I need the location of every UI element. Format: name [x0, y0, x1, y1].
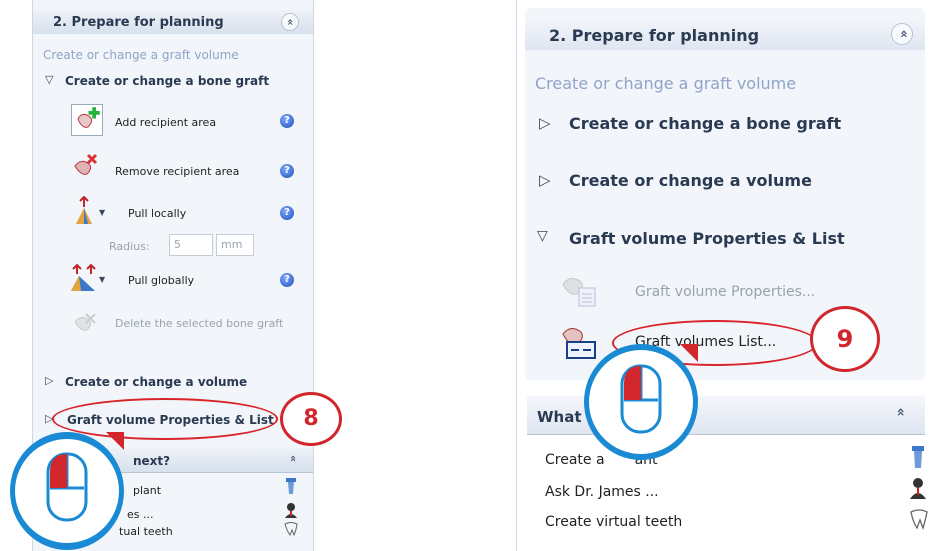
step-9-badge: 9: [810, 306, 880, 372]
step-8-badge: 8: [280, 392, 342, 446]
right-what-next-title: What: [537, 408, 582, 426]
virtual-teeth-icon: [909, 508, 929, 530]
doctor-icon: [909, 477, 927, 499]
right-section2-collapsed-icon[interactable]: ▷: [539, 171, 551, 189]
right-section-volume[interactable]: Create or change a volume: [569, 171, 812, 190]
list-item-ask-doctor[interactable]: es ...: [127, 508, 154, 521]
list-item-virtual-teeth[interactable]: tual teeth: [119, 525, 173, 538]
remove-recipient-area-button[interactable]: Remove recipient area: [115, 165, 239, 178]
what-next-title: next?: [133, 454, 171, 468]
left-section-bone-graft[interactable]: Create or change a bone graft: [65, 74, 269, 88]
right-section3-expanded-icon[interactable]: ▽: [537, 228, 548, 244]
graft-properties-button: Graft volume Properties...: [635, 284, 816, 300]
right-panel: 2. Prepare for planning « Create or chan…: [516, 0, 930, 551]
help-icon[interactable]: ?: [280, 273, 294, 287]
right-section1-collapsed-icon[interactable]: ▷: [539, 114, 551, 132]
graft-properties-icon: [559, 272, 599, 308]
radius-input[interactable]: 5: [169, 234, 213, 256]
add-recipient-area-button[interactable]: Add recipient area: [115, 116, 216, 129]
pull-globally-dropdown-icon[interactable]: ▼: [99, 275, 105, 284]
right-section-bone-graft[interactable]: Create or change a bone graft: [569, 114, 841, 133]
list-item-virtual-teeth[interactable]: Create virtual teeth: [545, 514, 682, 530]
left-panel-header[interactable]: 2. Prepare for planning «: [33, 10, 313, 34]
pull-locally-dropdown-icon[interactable]: ▼: [99, 208, 105, 217]
implant-icon: [285, 478, 297, 496]
help-icon[interactable]: ?: [280, 114, 294, 128]
virtual-teeth-icon: [283, 521, 299, 537]
right-panel-header[interactable]: 2. Prepare for planning «: [525, 16, 925, 50]
help-icon[interactable]: ?: [280, 206, 294, 220]
left-section2-collapsed-icon[interactable]: ▷: [45, 374, 53, 387]
left-subtitle: Create or change a graft volume: [43, 48, 239, 62]
help-icon[interactable]: ?: [280, 164, 294, 178]
list-item-implant[interactable]: plant: [133, 484, 161, 497]
list-item-ask-doctor[interactable]: Ask Dr. James ...: [545, 484, 659, 500]
radius-label: Radius:: [109, 240, 150, 253]
tooth-remove-icon[interactable]: [71, 152, 101, 180]
right-section-graft-properties[interactable]: Graft volume Properties & List: [569, 229, 845, 248]
left-section1-expanded-icon[interactable]: ▽: [45, 73, 53, 86]
delete-graft-icon: [71, 310, 99, 334]
implant-icon: [911, 446, 925, 470]
doctor-icon: [284, 502, 298, 518]
right-subtitle: Create or change a graft volume: [535, 74, 797, 93]
left-header-title: 2. Prepare for planning: [53, 15, 224, 30]
what-next-collapse-icon[interactable]: «: [287, 455, 300, 462]
left-collapse-icon[interactable]: «: [281, 13, 299, 31]
pull-locally-button[interactable]: Pull locally: [128, 207, 186, 220]
pull-globally-button[interactable]: Pull globally: [128, 274, 194, 287]
delete-bone-graft-button: Delete the selected bone graft: [115, 317, 284, 330]
mouse-icon: [584, 344, 698, 460]
pull-locally-icon[interactable]: [73, 195, 95, 226]
radius-unit: mm: [216, 234, 254, 256]
tooth-add-icon[interactable]: [71, 104, 103, 136]
mouse-icon: [10, 432, 124, 550]
pull-globally-icon[interactable]: [69, 263, 99, 292]
left-section-volume[interactable]: Create or change a volume: [65, 375, 247, 389]
right-header-title: 2. Prepare for planning: [549, 26, 760, 45]
right-collapse-icon[interactable]: «: [891, 23, 913, 45]
right-what-next-collapse-icon[interactable]: «: [892, 407, 908, 416]
